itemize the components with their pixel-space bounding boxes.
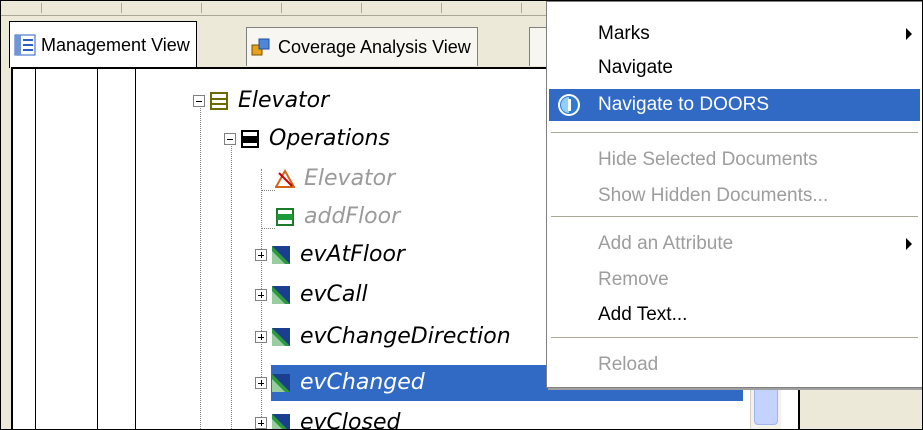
tab-coverage-analysis-view[interactable]: Coverage Analysis View <box>246 27 478 66</box>
tree-column-line <box>35 69 36 429</box>
constructor-icon <box>275 169 295 188</box>
menu-separator <box>551 216 918 217</box>
collapse-toggle[interactable] <box>193 95 205 107</box>
menu-item-label: Remove <box>598 269 669 290</box>
menu-item-label: Show Hidden Documents... <box>598 185 829 206</box>
tree-node-label: Elevator <box>304 166 396 191</box>
tree-node-elevator-constructor[interactable]: Elevator <box>275 161 399 197</box>
tree-node-label: addFloor <box>304 204 401 229</box>
expand-toggle[interactable] <box>255 417 267 429</box>
event-icon <box>272 374 290 392</box>
menu-item-add-an-attribute[interactable]: Add an Attribute <box>549 228 920 260</box>
tab-label: Coverage Analysis View <box>278 36 471 57</box>
doors-icon <box>558 94 580 116</box>
operation-icon <box>276 208 294 226</box>
view-tab-bar: Management View Coverage Analysis View <box>9 21 571 69</box>
menu-item-label: Add an Attribute <box>598 233 734 254</box>
tree-node-label: evClosed <box>300 410 401 430</box>
tree-node-evclosed[interactable]: evClosed <box>255 405 404 430</box>
tree-node-addfloor[interactable]: addFloor <box>275 199 404 235</box>
tab-label: Management View <box>41 34 190 55</box>
submenu-arrow-icon <box>906 28 912 40</box>
app-window: Management View Coverage Analysis View E… <box>0 0 923 430</box>
tree-node-evchangedirection[interactable]: evChangeDirection <box>255 319 515 355</box>
tree-node-label: evCall <box>300 282 368 307</box>
menu-separator <box>551 337 918 338</box>
menu-separator <box>551 132 918 133</box>
menu-item-add-text[interactable]: Add Text... <box>549 299 920 331</box>
tree-node-elevator-class[interactable]: Elevator <box>193 83 333 119</box>
class-icon <box>210 92 228 110</box>
menu-item-navigate-to-doors[interactable]: Navigate to DOORS <box>549 89 920 121</box>
menu-item-label: Marks <box>598 23 650 44</box>
menu-item-label: Add Text... <box>598 304 688 325</box>
tree-node-operations[interactable]: Operations <box>224 121 394 157</box>
tree-column-line <box>97 69 98 429</box>
context-menu: Marks Navigate Navigate to DOORS Hide Se… <box>546 1 922 388</box>
menu-item-navigate[interactable]: Navigate <box>549 52 920 84</box>
tab-management-view[interactable]: Management View <box>9 21 197 68</box>
event-icon <box>272 328 290 346</box>
tree-node-evcall[interactable]: evCall <box>255 277 372 313</box>
coverage-analysis-icon <box>251 38 270 56</box>
tree-node-label: evChanged <box>300 370 425 395</box>
menu-item-label: Reload <box>598 354 659 375</box>
menu-item-hide-selected-documents[interactable]: Hide Selected Documents <box>549 144 920 176</box>
operations-folder-icon <box>241 130 259 148</box>
tree-node-label: Elevator <box>238 88 330 113</box>
menu-item-show-hidden-documents[interactable]: Show Hidden Documents... <box>549 180 920 212</box>
top-toolbar-strip <box>1 1 561 16</box>
tree-column-line <box>135 69 136 429</box>
expand-toggle[interactable] <box>255 289 267 301</box>
event-icon <box>272 286 290 304</box>
submenu-arrow-icon <box>906 238 912 250</box>
tree-node-label: evAtFloor <box>300 242 405 267</box>
expand-toggle[interactable] <box>255 249 267 261</box>
tree-node-evatfloor[interactable]: evAtFloor <box>255 237 409 273</box>
tree-node-label: Operations <box>269 126 390 151</box>
collapse-toggle[interactable] <box>224 133 236 145</box>
management-view-icon <box>14 34 36 56</box>
event-icon <box>272 246 290 264</box>
tree-node-label: evChangeDirection <box>300 324 511 349</box>
menu-item-reload[interactable]: Reload <box>549 349 920 381</box>
menu-item-label: Hide Selected Documents <box>598 149 818 170</box>
menu-item-marks[interactable]: Marks <box>549 18 920 50</box>
tree-node-evchanged[interactable]: evChanged <box>255 365 429 401</box>
event-icon <box>272 414 290 429</box>
expand-toggle[interactable] <box>255 331 267 343</box>
menu-item-remove[interactable]: Remove <box>549 264 920 296</box>
expand-toggle[interactable] <box>255 377 267 389</box>
menu-item-label: Navigate to DOORS <box>598 94 770 115</box>
menu-item-label: Navigate <box>598 57 673 78</box>
